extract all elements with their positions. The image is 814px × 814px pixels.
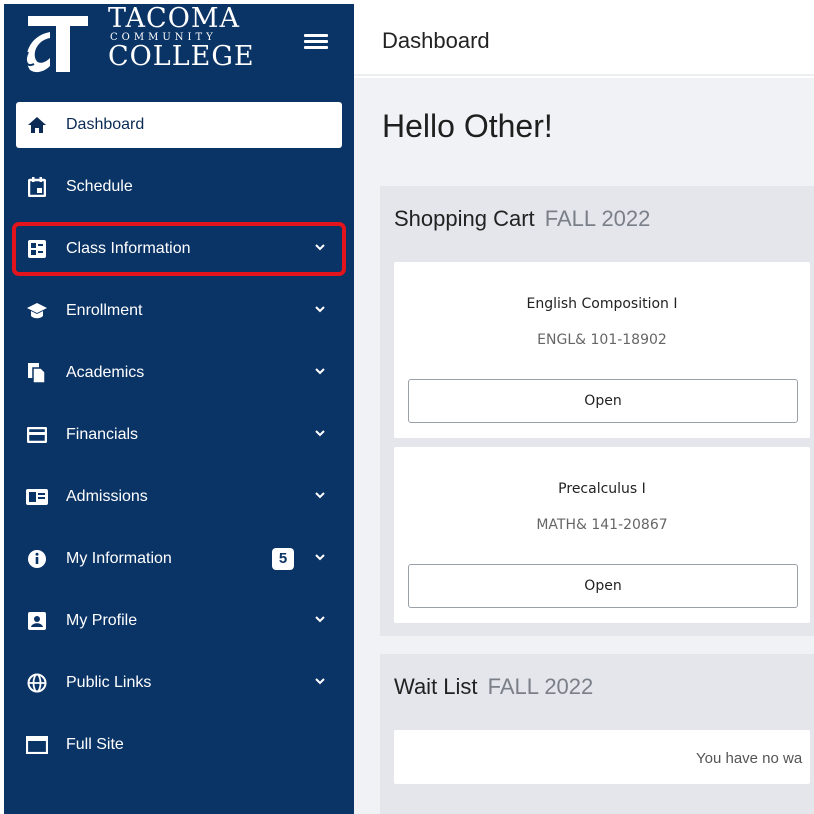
shopping-cart-title: Shopping Cart FALL 2022 <box>394 206 650 232</box>
sidebar-item-enrollment[interactable]: Enrollment <box>16 288 342 334</box>
chevron-down-icon[interactable] <box>314 613 326 625</box>
course-code: MATH& 141-20867 <box>536 517 668 533</box>
empty-wait-list-message: You have no wa <box>696 750 803 767</box>
shopping-cart-panel: Shopping Cart FALL 2022 English Composit… <box>380 186 814 636</box>
greeting-heading: Hello Other! <box>382 108 553 144</box>
course-card: English Composition I ENGL& 101-18902 Op… <box>394 262 810 438</box>
notification-count-badge: 5 <box>272 548 294 570</box>
documents-icon <box>26 362 48 384</box>
graduation-cap-icon <box>26 300 48 322</box>
window-icon <box>26 734 48 756</box>
open-course-button[interactable]: Open <box>408 379 798 423</box>
sidebar: TACOMA COMMUNITY COLLEGE Dashboard Sched… <box>4 4 354 814</box>
sidebar-item-label: Dashboard <box>66 116 145 133</box>
sidebar-item-financials[interactable]: Financials <box>16 412 342 458</box>
sidebar-item-dashboard[interactable]: Dashboard <box>16 102 342 148</box>
sidebar-item-label: Academics <box>66 364 145 381</box>
term-label: FALL 2022 <box>487 674 594 699</box>
college-name-line1: TACOMA <box>108 3 240 34</box>
wait-list-title: Wait List FALL 2022 <box>394 674 593 700</box>
course-code: ENGL& 101-18902 <box>537 332 667 348</box>
sidebar-item-label: My Information <box>66 550 172 567</box>
wait-list-card: You have no wa <box>394 730 810 784</box>
chevron-down-icon[interactable] <box>314 675 326 687</box>
sidebar-item-label: Financials <box>66 426 139 443</box>
chevron-down-icon[interactable] <box>314 427 326 439</box>
sidebar-item-label: Admissions <box>66 488 148 505</box>
chevron-down-icon[interactable] <box>314 241 326 253</box>
chevron-down-icon[interactable] <box>314 551 326 563</box>
profile-icon <box>26 610 48 632</box>
course-name: Precalculus I <box>558 481 646 497</box>
sidebar-item-label: Schedule <box>66 178 133 195</box>
calendar-icon <box>26 176 48 198</box>
credit-card-icon <box>26 424 48 446</box>
globe-icon <box>26 672 48 694</box>
sidebar-item-academics[interactable]: Academics <box>16 350 342 396</box>
college-name-line3: COLLEGE <box>108 41 255 72</box>
sidebar-item-full-site[interactable]: Full Site <box>16 722 342 768</box>
panel-title-text: Wait List <box>394 674 478 699</box>
id-card-icon <box>26 486 48 508</box>
sidebar-item-class-information[interactable]: Class Information <box>12 222 346 276</box>
course-name: English Composition I <box>526 296 678 312</box>
sidebar-item-admissions[interactable]: Admissions <box>16 474 342 520</box>
home-icon <box>26 114 48 136</box>
course-card: Precalculus I MATH& 141-20867 Open <box>394 447 810 623</box>
sidebar-item-label: Class Information <box>66 240 191 257</box>
sidebar-nav: Dashboard Schedule Class Information Enr… <box>4 102 354 784</box>
college-name: TACOMA COMMUNITY COLLEGE <box>108 3 255 72</box>
sidebar-item-label: Public Links <box>66 674 152 691</box>
sidebar-item-schedule[interactable]: Schedule <box>16 164 342 210</box>
open-course-button[interactable]: Open <box>408 564 798 608</box>
sidebar-item-public-links[interactable]: Public Links <box>16 660 342 706</box>
info-icon <box>26 548 48 570</box>
sidebar-item-label: Enrollment <box>66 302 143 319</box>
main-content: Hello Other! Shopping Cart FALL 2022 Eng… <box>354 78 814 814</box>
hamburger-menu-icon[interactable] <box>304 34 328 52</box>
term-label: FALL 2022 <box>544 206 651 231</box>
top-bar: Dashboard <box>354 4 814 76</box>
sidebar-item-label: My Profile <box>66 612 138 629</box>
page-title: Dashboard <box>382 28 490 53</box>
panel-title-text: Shopping Cart <box>394 206 535 231</box>
wait-list-panel: Wait List FALL 2022 You have no wa <box>380 654 814 814</box>
sidebar-item-my-profile[interactable]: My Profile <box>16 598 342 644</box>
class-list-icon <box>26 238 48 260</box>
chevron-down-icon[interactable] <box>314 489 326 501</box>
chevron-down-icon[interactable] <box>314 303 326 315</box>
sidebar-item-my-information[interactable]: My Information 5 <box>16 536 342 582</box>
chevron-down-icon[interactable] <box>314 365 326 377</box>
sidebar-item-label: Full Site <box>66 736 124 753</box>
college-logo-mark-icon <box>25 16 88 73</box>
